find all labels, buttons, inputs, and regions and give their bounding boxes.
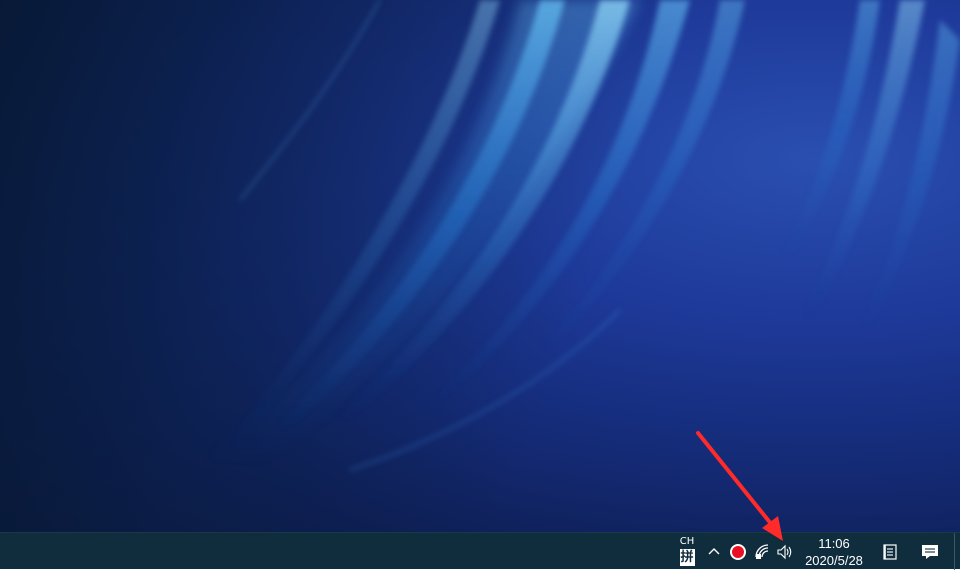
wallpaper-light-streaks bbox=[200, 0, 960, 472]
record-icon[interactable] bbox=[728, 542, 748, 562]
network-icon[interactable] bbox=[753, 542, 773, 562]
show-hidden-icons-chevron-icon[interactable] bbox=[704, 542, 724, 562]
volume-icon[interactable] bbox=[775, 542, 795, 562]
input-method-indicator[interactable]: CH 拼 bbox=[678, 535, 696, 569]
ime-mode-label: 拼 bbox=[679, 549, 695, 566]
clock[interactable]: 11:06 2020/5/28 bbox=[800, 536, 868, 569]
action-center-icon[interactable] bbox=[920, 542, 940, 562]
notes-icon[interactable] bbox=[880, 542, 900, 562]
clock-date: 2020/5/28 bbox=[805, 553, 863, 568]
show-desktop-button[interactable] bbox=[954, 533, 960, 570]
ime-language-label: CH bbox=[679, 536, 695, 547]
desktop-wallpaper bbox=[0, 0, 960, 532]
taskbar: CH 拼 11:06 2020/5/28 bbox=[0, 532, 960, 570]
clock-time: 11:06 bbox=[818, 536, 850, 551]
